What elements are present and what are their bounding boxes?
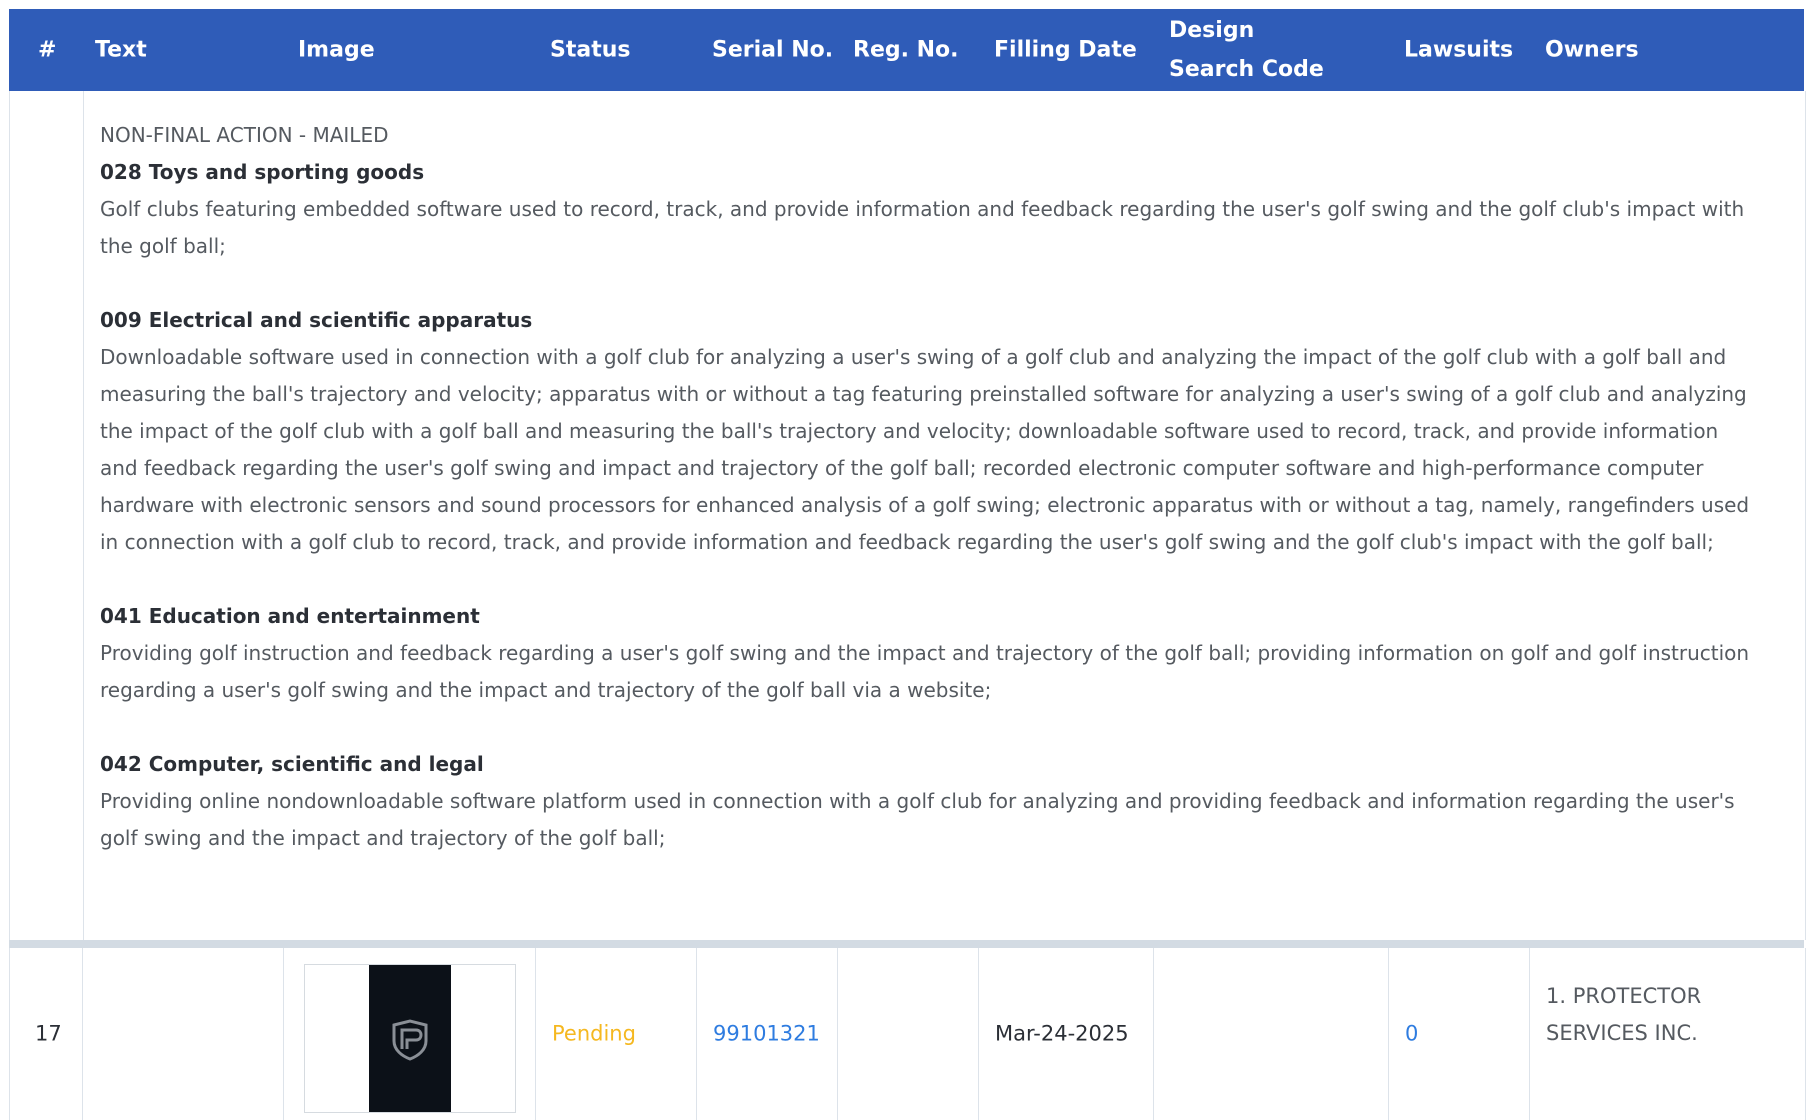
class-description: Providing online nondownloadable softwar… — [100, 789, 1735, 850]
col-header-design-code[interactable]: Design Search Code — [1169, 11, 1339, 89]
cell-text — [82, 948, 283, 1120]
trademark-image[interactable] — [304, 964, 516, 1113]
row-divider — [9, 940, 1804, 948]
class-title: 028 Toys and sporting goods — [100, 160, 425, 184]
detail-column-divider — [83, 91, 84, 940]
trademark-image-dark-panel — [369, 965, 451, 1112]
class-block: 028 Toys and sporting goods Golf clubs f… — [100, 154, 1750, 265]
col-header-lawsuits[interactable]: Lawsuits — [1404, 31, 1513, 70]
col-header-text[interactable]: Text — [95, 31, 147, 70]
class-title: 042 Computer, scientific and legal — [100, 752, 484, 776]
cell-design-code — [1153, 948, 1389, 1120]
class-description: Golf clubs featuring embedded software u… — [100, 197, 1745, 258]
cell-status: Pending — [535, 948, 697, 1120]
cell-reg — [837, 948, 979, 1120]
col-header-serial[interactable]: Serial No. — [712, 31, 833, 70]
lawsuits-count-link[interactable]: 0 — [1405, 1016, 1418, 1053]
cell-owners: 1. PROTECTOR SERVICES INC. — [1529, 948, 1806, 1120]
class-description: Providing golf instruction and feedback … — [100, 641, 1750, 702]
filing-date: Mar-24-2025 — [995, 1021, 1129, 1046]
col-header-reg[interactable]: Reg. No. — [853, 31, 959, 70]
class-description: Downloadable software used in connection… — [100, 345, 1750, 554]
class-title: 009 Electrical and scientific apparatus — [100, 308, 533, 332]
col-header-number[interactable]: # — [38, 31, 56, 70]
protector-shield-logo-icon — [392, 1019, 428, 1061]
cell-filing-date: Mar-24-2025 — [978, 948, 1154, 1120]
serial-number-link[interactable]: 99101321 — [713, 1016, 820, 1053]
col-header-status[interactable]: Status — [550, 31, 630, 70]
trademark-table: # Text Image Status Serial No. Reg. No. … — [0, 0, 1807, 1120]
cell-lawsuits: 0 — [1388, 948, 1530, 1120]
class-block: 041 Education and entertainment Providin… — [100, 598, 1750, 709]
status-badge: Pending — [552, 1021, 636, 1046]
detail-status: NON-FINAL ACTION - MAILED — [100, 123, 389, 147]
class-block: 009 Electrical and scientific apparatus … — [100, 302, 1750, 561]
class-title: 041 Education and entertainment — [100, 604, 480, 628]
col-header-image[interactable]: Image — [298, 31, 375, 70]
table-header: # Text Image Status Serial No. Reg. No. … — [9, 9, 1804, 91]
class-block: 042 Computer, scientific and legal Provi… — [100, 746, 1750, 857]
cell-image — [283, 948, 536, 1120]
expanded-detail-row: NON-FINAL ACTION - MAILED 028 Toys and s… — [9, 91, 1806, 940]
cell-number: 17 — [9, 948, 83, 1120]
table-row[interactable]: 17 Pending 99101321 Mar-24-2025 0 1. PRO… — [9, 948, 1806, 1120]
cell-serial: 99101321 — [696, 948, 838, 1120]
col-header-filing-date[interactable]: Filling Date — [994, 31, 1137, 70]
row-number: 17 — [35, 1021, 62, 1046]
col-header-owners[interactable]: Owners — [1545, 31, 1639, 70]
detail-content: NON-FINAL ACTION - MAILED 028 Toys and s… — [100, 117, 1750, 894]
owner-name: 1. PROTECTOR SERVICES INC. — [1546, 984, 1702, 1045]
